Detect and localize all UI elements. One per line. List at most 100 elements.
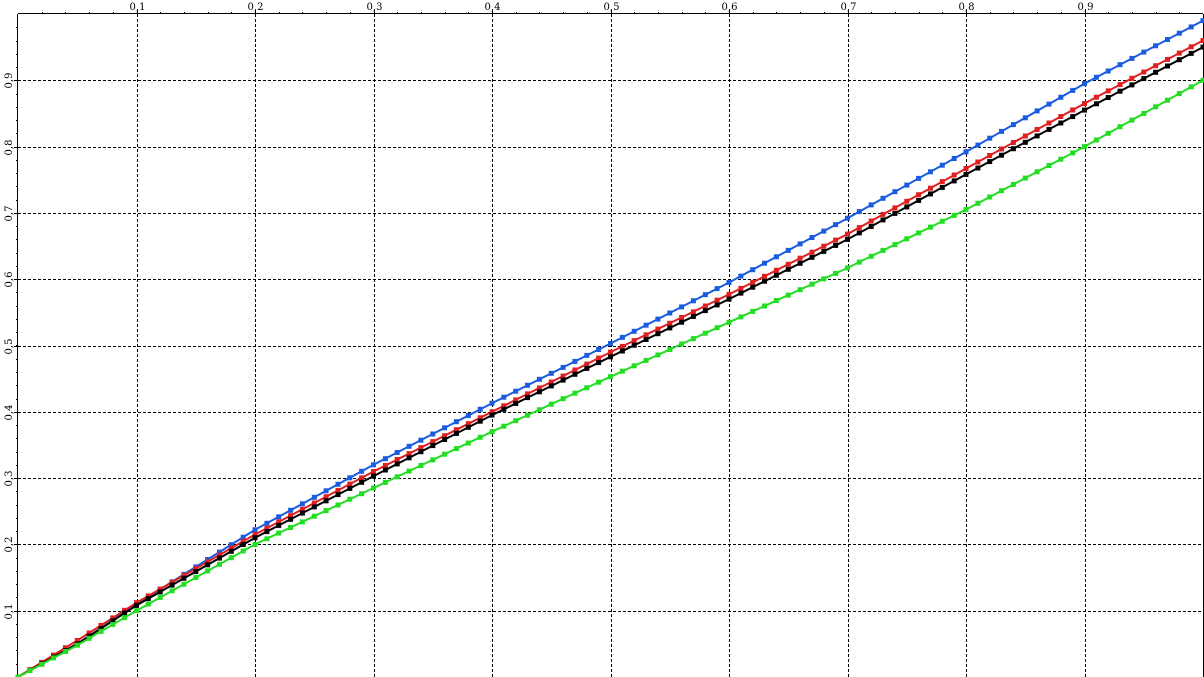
- series-point: [868, 223, 874, 229]
- series-point: [821, 228, 827, 234]
- series-point: [928, 185, 933, 191]
- series-point: [51, 655, 56, 661]
- series-point: [750, 284, 756, 290]
- series-point: [833, 222, 839, 228]
- series-point: [690, 309, 696, 315]
- series-point: [572, 367, 578, 373]
- series-point: [264, 529, 270, 535]
- series-point: [631, 328, 637, 334]
- series-point: [181, 575, 187, 581]
- series-point: [1176, 57, 1182, 63]
- x-tick-label: 0,4: [485, 2, 501, 13]
- series-point: [264, 536, 270, 542]
- series-point: [193, 569, 199, 575]
- series-point: [134, 608, 139, 614]
- series-point: [1200, 44, 1204, 50]
- series-point: [596, 360, 602, 366]
- series-point: [856, 259, 862, 265]
- series-point: [145, 601, 151, 607]
- series-point: [1153, 63, 1159, 69]
- series-point: [501, 394, 507, 400]
- series-point: [477, 406, 483, 412]
- series-point: [809, 281, 815, 287]
- series-point: [572, 371, 578, 377]
- series-point: [74, 642, 80, 648]
- series-point: [276, 514, 282, 520]
- series-point: [762, 303, 767, 309]
- series-point: [217, 561, 222, 567]
- series-point: [1034, 127, 1040, 132]
- series-point: [797, 287, 803, 293]
- series-point: [1010, 146, 1016, 152]
- series-point: [951, 172, 957, 178]
- series-point: [465, 440, 471, 446]
- series-point: [1200, 77, 1204, 83]
- x-tick-label: 0,9: [1078, 2, 1094, 13]
- series-point: [939, 184, 945, 190]
- y-tick-label: 0,9: [4, 73, 15, 89]
- series-point: [584, 352, 590, 358]
- series-point: [845, 215, 850, 221]
- series-point: [1153, 69, 1159, 75]
- series-point: [892, 210, 898, 216]
- series-point: [999, 146, 1004, 152]
- series-point: [833, 237, 839, 243]
- series-point: [785, 247, 791, 253]
- series-point: [738, 290, 744, 296]
- series-point: [928, 169, 933, 175]
- series-point: [608, 341, 613, 346]
- series-point: [987, 135, 993, 141]
- series-point: [975, 200, 981, 206]
- x-tick-label: 0,2: [248, 2, 264, 13]
- series-point: [1176, 50, 1182, 56]
- y-tick-label: 0,4: [4, 405, 15, 421]
- series-point: [453, 430, 459, 436]
- series-point: [584, 385, 590, 391]
- x-tick-label: 0,6: [722, 2, 738, 13]
- x-tick-label: 0,8: [959, 2, 975, 13]
- series-point: [1010, 122, 1016, 128]
- series-point: [1022, 175, 1028, 181]
- series-point: [1105, 88, 1111, 94]
- series-point: [311, 504, 317, 510]
- series-point: [252, 541, 258, 547]
- series-point: [833, 242, 839, 248]
- series-point: [679, 304, 685, 310]
- series-point: [513, 418, 519, 424]
- series-point: [773, 267, 779, 273]
- series-point: [750, 308, 756, 314]
- series-point: [785, 292, 791, 298]
- series-point: [1082, 107, 1087, 113]
- series-point: [773, 272, 779, 278]
- series-point: [1058, 120, 1064, 126]
- series-point: [1117, 82, 1123, 88]
- series-point: [738, 285, 744, 291]
- series-point: [702, 303, 708, 309]
- series-point: [560, 377, 566, 383]
- data-series: [15, 77, 1204, 677]
- series-point: [762, 273, 767, 279]
- series-point: [655, 331, 661, 337]
- series-point: [690, 313, 696, 319]
- series-point: [501, 406, 507, 412]
- series-point: [371, 473, 376, 479]
- series-point: [975, 165, 981, 171]
- series-point: [928, 191, 933, 197]
- series-point: [536, 407, 542, 413]
- series-point: [347, 485, 353, 491]
- x-tick-label: 0,7: [841, 2, 857, 13]
- series-point: [548, 383, 554, 389]
- series-point: [702, 308, 708, 314]
- series-point: [371, 462, 376, 468]
- series-point: [667, 347, 673, 352]
- series-point: [335, 492, 341, 498]
- series-point: [975, 159, 981, 165]
- series-point: [572, 390, 578, 396]
- series-point: [477, 418, 483, 424]
- series-point: [987, 159, 993, 165]
- series-point: [584, 365, 590, 371]
- series-point: [62, 649, 68, 654]
- series-point: [1022, 133, 1028, 139]
- series-point: [406, 468, 412, 474]
- series-point: [193, 575, 199, 580]
